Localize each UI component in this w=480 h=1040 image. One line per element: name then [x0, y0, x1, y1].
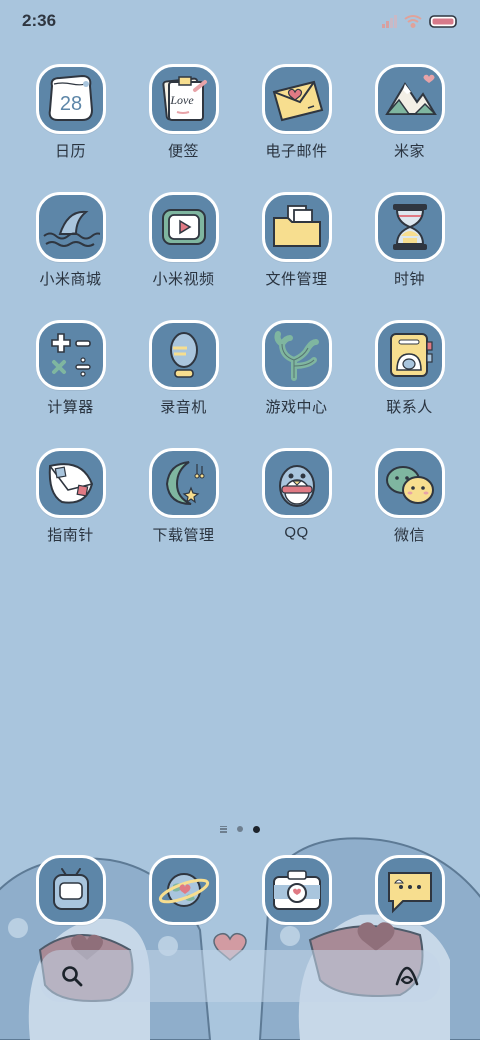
app-label: 指南针 [47, 527, 94, 544]
app-files[interactable]: 文件管理 [240, 192, 353, 320]
app-row: 指南针 下载管理 QQ 微信 [14, 448, 466, 576]
app-row: 计算器 录音机 游戏中心 联系人 [14, 320, 466, 448]
app-game-center[interactable]: 游戏中心 [240, 320, 353, 448]
video-player-icon[interactable] [148, 192, 219, 262]
moon-download-icon[interactable] [148, 448, 219, 518]
dock-app-messages[interactable] [353, 855, 466, 935]
mountain-home-icon[interactable] [374, 64, 445, 134]
app-downloads[interactable]: 下载管理 [127, 448, 240, 576]
contacts-icon[interactable] [374, 320, 445, 390]
app-label: 录音机 [160, 399, 207, 416]
tv-phone-icon[interactable] [35, 855, 106, 925]
app-label: 日历 [54, 143, 86, 160]
app-label: 文件管理 [265, 271, 328, 288]
wifi-icon [404, 15, 422, 28]
search-bar[interactable] [40, 950, 440, 1002]
hourglass-icon[interactable] [374, 192, 445, 262]
notes-icon[interactable]: Love [148, 64, 219, 134]
app-mi-store[interactable]: 小米商城 [14, 192, 127, 320]
app-grid: 28 日历 Love 便签 电子邮件 米家 小米商城 小米视频 文件管理 时钟 … [14, 64, 466, 576]
app-row: 28 日历 Love 便签 电子邮件 米家 [14, 64, 466, 192]
note-text: Love [169, 93, 194, 107]
app-qq[interactable]: QQ [240, 448, 353, 576]
app-label: 电子邮件 [265, 143, 328, 160]
app-row: 小米商城 小米视频 文件管理 时钟 [14, 192, 466, 320]
app-label: QQ [284, 524, 309, 541]
message-bubble-icon[interactable] [374, 855, 445, 925]
app-mail[interactable]: 电子邮件 [240, 64, 353, 192]
penguin-icon[interactable] [261, 448, 332, 518]
calendar-icon[interactable]: 28 [35, 64, 106, 134]
signal-icon [382, 15, 397, 28]
app-label: 微信 [393, 527, 425, 544]
app-label: 小米视频 [152, 271, 215, 288]
status-time: 2:36 [22, 11, 57, 30]
mail-icon[interactable] [261, 64, 332, 134]
calculator-icon[interactable] [35, 320, 106, 390]
planet-browser-icon[interactable] [148, 855, 219, 925]
status-bar: 2:36 [0, 0, 480, 44]
app-mihome[interactable]: 米家 [353, 64, 466, 192]
app-contacts[interactable]: 联系人 [353, 320, 466, 448]
app-compass[interactable]: 指南针 [14, 448, 127, 576]
status-icons [382, 13, 460, 29]
app-label: 下载管理 [152, 527, 215, 544]
app-label: 时钟 [393, 271, 425, 288]
dock-app-browser[interactable] [127, 855, 240, 935]
chat-bubbles-icon[interactable] [374, 448, 445, 518]
microphone-icon[interactable] [148, 320, 219, 390]
coral-icon[interactable] [261, 320, 332, 390]
assistant-icon[interactable] [394, 964, 420, 988]
compass-icon[interactable] [35, 448, 106, 518]
calendar-day: 28 [59, 93, 81, 115]
battery-icon [429, 15, 457, 28]
app-label: 小米商城 [39, 271, 102, 288]
app-label: 联系人 [386, 399, 433, 416]
folder-icon[interactable] [261, 192, 332, 262]
app-recorder[interactable]: 录音机 [127, 320, 240, 448]
app-label: 计算器 [47, 399, 94, 416]
dock-app-phone[interactable] [14, 855, 127, 935]
dock-app-camera[interactable] [240, 855, 353, 935]
app-notes[interactable]: Love 便签 [127, 64, 240, 192]
app-calculator[interactable]: 计算器 [14, 320, 127, 448]
camera-icon[interactable] [261, 855, 332, 925]
shark-fin-icon[interactable] [35, 192, 106, 262]
dock [14, 855, 466, 935]
app-mi-video[interactable]: 小米视频 [127, 192, 240, 320]
app-calendar[interactable]: 28 日历 [14, 64, 127, 192]
app-label: 游戏中心 [265, 399, 328, 416]
app-label: 米家 [393, 143, 425, 160]
search-icon[interactable] [60, 964, 84, 988]
app-wechat[interactable]: 微信 [353, 448, 466, 576]
app-clock[interactable]: 时钟 [353, 192, 466, 320]
app-label: 便签 [167, 143, 199, 160]
